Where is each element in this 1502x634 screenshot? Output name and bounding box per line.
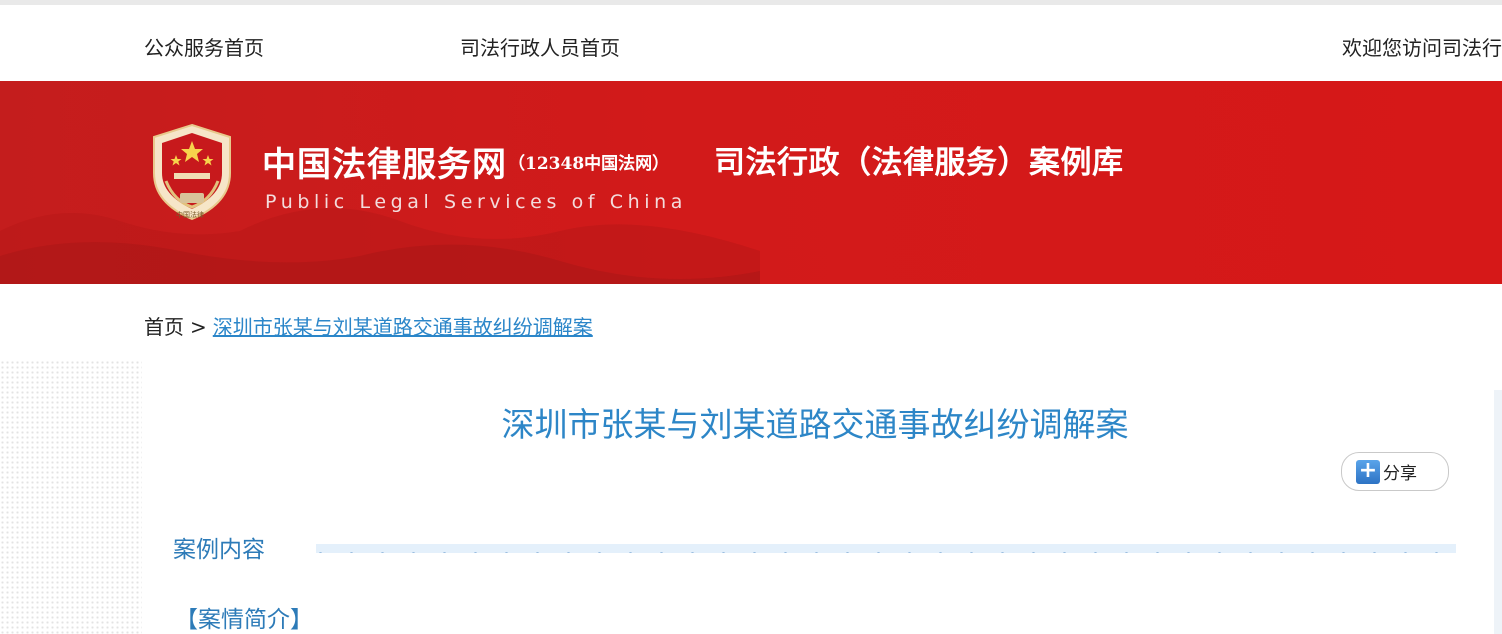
section-heading: 案例内容	[173, 537, 265, 563]
page-title: 深圳市张某与刘某道路交通事故纠纷调解案	[501, 405, 1129, 444]
site-name: 中国法律服务网	[262, 145, 507, 185]
site-name-english: Public Legal Services of China	[265, 191, 688, 213]
court-emblem-icon	[153, 123, 231, 221]
breadcrumb-home-link[interactable]: 首页	[144, 315, 184, 339]
subsection-heading: 【案情简介】	[175, 607, 313, 633]
share-button[interactable]: + 分享	[1341, 452, 1449, 491]
breadcrumb: 首页 > 深圳市张某与刘某道路交通事故纠纷调解案	[144, 311, 593, 340]
breadcrumb-separator: >	[190, 315, 207, 339]
header-banner: 中国法律 中国法律服务网 （12348中国法网） Public Legal Se…	[0, 81, 1502, 284]
top-navigation: 公众服务首页 司法行政人员首页 欢迎您访问司法行	[0, 5, 1502, 81]
share-label: 分享	[1383, 464, 1417, 484]
breadcrumb-current-link[interactable]: 深圳市张某与刘某道路交通事故纠纷调解案	[213, 315, 593, 339]
nav-link-staff-home[interactable]: 司法行政人员首页	[460, 32, 620, 61]
welcome-text: 欢迎您访问司法行	[1342, 36, 1502, 60]
nav-link-public-home[interactable]: 公众服务首页	[144, 32, 264, 61]
site-name-subtitle: （12348中国法网）	[508, 154, 670, 174]
library-title: 司法行政（法律服务）案例库	[714, 145, 1124, 181]
emblem-label: 中国法律	[176, 211, 204, 219]
section-divider	[316, 544, 1456, 553]
plus-icon: +	[1356, 459, 1380, 484]
